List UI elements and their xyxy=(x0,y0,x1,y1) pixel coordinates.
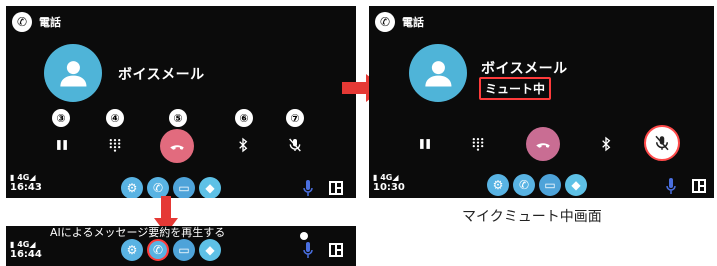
app-title: 電話 xyxy=(402,16,424,29)
status-block: ▮ 4G◢ 16:43 xyxy=(10,173,42,193)
clock: 16:44 xyxy=(10,249,42,260)
keypad-button[interactable] xyxy=(468,134,488,154)
app-header: ✆ 電話 xyxy=(12,12,61,32)
maps-icon[interactable]: ◆ xyxy=(199,239,221,261)
app-dock: ⚙ ✆ ▭ ◆ xyxy=(121,177,221,198)
badge-3: ③ xyxy=(52,109,70,127)
mic-off-icon xyxy=(289,138,301,152)
pause-icon xyxy=(57,140,67,150)
layout-icon[interactable] xyxy=(329,243,343,257)
mic-icon[interactable] xyxy=(303,242,313,258)
indicator-dot xyxy=(300,232,308,240)
bottom-phone-screen: AIによるメッセージ要約を再生する ▮ 4G◢ 16:44 ⚙ ✆ ▭ ◆ xyxy=(6,226,356,266)
status-block: ▮ 4G◢ 10:30 xyxy=(373,173,405,193)
left-phone-screen: ✆ 電話 ボイスメール ③ ④ ⑤ ⑥ ⑦ ▮ 4G◢ 16:43 ⚙ ✆ ▭ … xyxy=(6,6,356,198)
settings-icon[interactable]: ⚙ xyxy=(121,177,143,198)
hold-button[interactable] xyxy=(52,135,72,155)
layout-icon[interactable] xyxy=(692,179,706,193)
app-title: 電話 xyxy=(39,16,61,29)
contact-avatar xyxy=(44,44,102,102)
clock: 10:30 xyxy=(373,182,405,193)
mute-status-label: ミュート中 xyxy=(479,77,552,100)
settings-icon[interactable]: ⚙ xyxy=(487,174,509,196)
phone-icon[interactable]: ✆ xyxy=(513,174,535,196)
phone-icon[interactable]: ✆ xyxy=(147,239,169,261)
person-icon xyxy=(59,60,87,87)
caption: マイクミュート中画面 xyxy=(462,209,602,225)
mic-icon[interactable] xyxy=(666,178,676,194)
message-icon[interactable]: ▭ xyxy=(173,239,195,261)
keypad-icon xyxy=(109,138,121,152)
person-icon xyxy=(424,60,452,87)
status-block: ▮ 4G◢ 16:44 xyxy=(10,240,42,260)
hangup-icon xyxy=(536,143,550,148)
hangup-button[interactable] xyxy=(160,129,194,163)
maps-icon[interactable]: ◆ xyxy=(565,174,587,196)
mic-off-icon xyxy=(655,135,669,151)
contact-avatar xyxy=(409,44,467,102)
phone-app-icon: ✆ xyxy=(12,12,32,32)
app-header: ✆ 電話 xyxy=(375,12,424,32)
bluetooth-button[interactable] xyxy=(232,135,254,155)
badge-4: ④ xyxy=(106,109,124,127)
pause-icon xyxy=(420,139,430,149)
hangup-button[interactable] xyxy=(526,127,560,161)
app-dock: ⚙ ✆ ▭ ◆ xyxy=(121,239,221,261)
hangup-icon xyxy=(170,145,184,150)
keypad-icon xyxy=(472,137,484,151)
bluetooth-icon xyxy=(239,137,248,153)
badge-7: ⑦ xyxy=(286,109,304,127)
settings-icon[interactable]: ⚙ xyxy=(121,239,143,261)
badge-5: ⑤ xyxy=(169,109,187,127)
layout-icon[interactable] xyxy=(329,181,343,195)
clock: 16:43 xyxy=(10,182,42,193)
mute-button[interactable] xyxy=(285,135,305,155)
mic-icon[interactable] xyxy=(303,180,313,196)
bluetooth-icon xyxy=(602,136,611,152)
right-phone-screen: ✆ 電話 ボイスメール ミュート中 ▮ 4G◢ 10:30 ⚙ ✆ ▭ ◆ xyxy=(369,6,714,198)
message-icon[interactable]: ▭ xyxy=(173,177,195,198)
hold-button[interactable] xyxy=(415,134,435,154)
mute-button-active[interactable] xyxy=(644,125,680,161)
phone-icon[interactable]: ✆ xyxy=(147,177,169,198)
app-dock: ⚙ ✆ ▭ ◆ xyxy=(487,174,587,196)
keypad-button[interactable] xyxy=(105,135,125,155)
maps-icon[interactable]: ◆ xyxy=(199,177,221,198)
phone-app-icon: ✆ xyxy=(375,12,395,32)
contact-name: ボイスメール xyxy=(481,61,568,77)
badge-6: ⑥ xyxy=(235,109,253,127)
message-icon[interactable]: ▭ xyxy=(539,174,561,196)
contact-name: ボイスメール xyxy=(118,67,205,83)
bluetooth-button[interactable] xyxy=(595,134,617,154)
message-summary-text: AIによるメッセージ要約を再生する xyxy=(50,226,226,239)
